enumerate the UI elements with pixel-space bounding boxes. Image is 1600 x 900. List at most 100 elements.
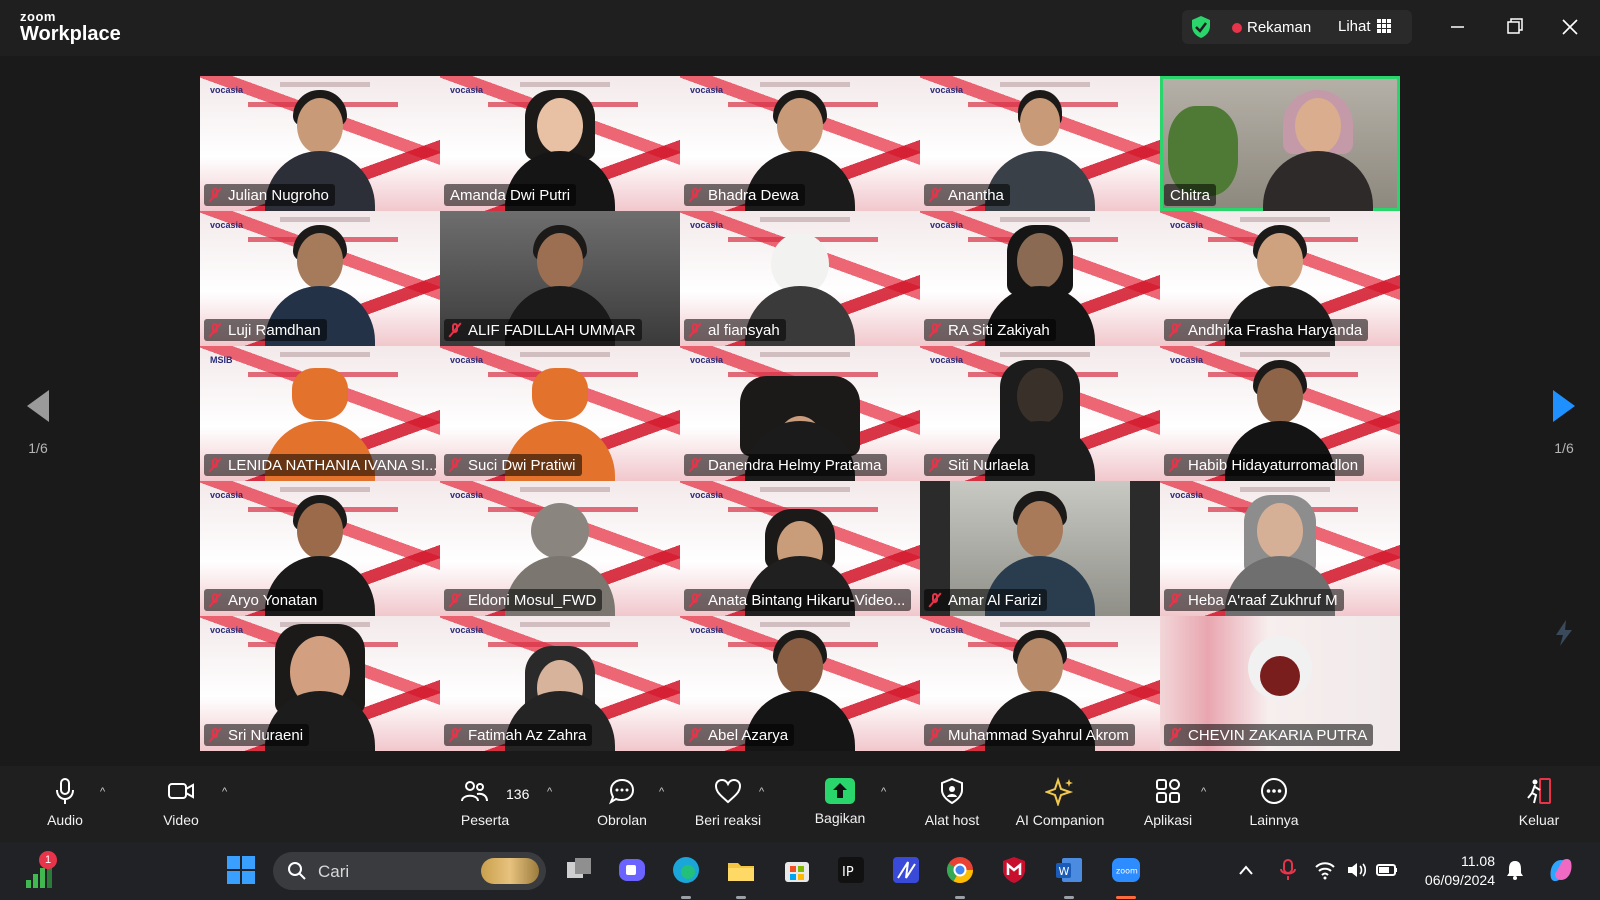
participants-button[interactable]: Peserta — [430, 776, 540, 828]
video-tile[interactable]: vocasia Heba A'raaf Zukhruf M — [1160, 481, 1400, 616]
recording-label[interactable]: Rekaman — [1247, 19, 1311, 36]
store-icon[interactable] — [781, 854, 813, 886]
task-view-icon[interactable] — [563, 854, 595, 886]
video-tile[interactable]: Amar Al Farizi — [920, 481, 1160, 616]
audio-button[interactable]: Audio — [10, 776, 120, 828]
view-button[interactable]: Lihat — [1338, 18, 1371, 35]
chevron-up-icon[interactable]: ^ — [547, 786, 552, 798]
video-tile[interactable]: vocasia RA Siti Zakiyah — [920, 211, 1160, 346]
word-app-icon[interactable]: W — [1053, 854, 1085, 886]
video-tile[interactable]: vocasia al fiansyah — [680, 211, 920, 346]
chevron-up-icon[interactable]: ^ — [100, 786, 105, 798]
next-page-button[interactable]: 1/6 — [1539, 390, 1589, 456]
video-tile[interactable]: vocasia Aryo Yonatan — [200, 481, 440, 616]
zoom-logo: zoom Workplace — [20, 10, 121, 44]
page-indicator-left: 1/6 — [28, 440, 48, 456]
notification-badge: 1 — [39, 851, 57, 869]
chevron-up-icon[interactable]: ^ — [759, 786, 764, 798]
restore-icon[interactable] — [1497, 12, 1531, 42]
video-tile[interactable]: vocasia Abel Azarya — [680, 616, 920, 751]
previous-page-button[interactable]: 1/6 — [13, 390, 63, 456]
video-tile[interactable]: MSIB LENIDA NATHANIA IVANA SI... — [200, 346, 440, 481]
wifi-icon[interactable] — [1314, 854, 1336, 886]
host-shield-icon — [941, 777, 963, 805]
svg-text:IP: IP — [842, 865, 854, 880]
video-tile[interactable]: CHEVIN ZAKARIA PUTRA — [1160, 616, 1400, 751]
video-tile[interactable]: vocasia Danendra Helmy Pratama — [680, 346, 920, 481]
participant-name: Heba A'raaf Zukhruf M — [1164, 589, 1344, 611]
participant-name: RA Siti Zakiyah — [924, 319, 1056, 341]
logo-brand-top: zoom — [20, 9, 56, 24]
video-tile[interactable]: vocasia Habib Hidayaturromadlon — [1160, 346, 1400, 481]
video-button[interactable]: Video — [126, 776, 236, 828]
system-clock[interactable]: 11.08 06/09/2024 — [1415, 852, 1495, 890]
participant-name-text: al fiansyah — [708, 321, 780, 339]
chevron-up-icon[interactable] — [1236, 854, 1256, 886]
zoom-app-icon[interactable]: zoom — [1110, 854, 1142, 886]
video-tile-active-speaker[interactable]: Chitra — [1160, 76, 1400, 211]
more-button[interactable]: Lainnya — [1219, 776, 1329, 828]
close-icon[interactable] — [1553, 12, 1587, 42]
mic-muted-icon — [688, 322, 702, 338]
video-tile[interactable]: vocasia Andhika Frasha Haryanda — [1160, 211, 1400, 346]
chrome-browser-icon[interactable] — [944, 854, 976, 886]
chat-app-icon[interactable] — [616, 854, 648, 886]
chevron-up-icon[interactable]: ^ — [222, 786, 227, 798]
battery-icon[interactable] — [1375, 854, 1399, 886]
edge-browser-icon[interactable] — [670, 854, 702, 886]
windows-start-icon[interactable] — [225, 854, 257, 886]
speaker-icon[interactable] — [1346, 854, 1368, 886]
participant-name: Chitra — [1164, 184, 1217, 206]
participant-name: Amar Al Farizi — [924, 589, 1048, 611]
design-app-icon[interactable] — [890, 854, 922, 886]
share-button[interactable]: Bagikan — [785, 776, 895, 826]
video-tile[interactable]: vocasia Julian Nugroho — [200, 76, 440, 211]
apps-button[interactable]: Aplikasi — [1113, 776, 1223, 828]
microphone-icon[interactable] — [1278, 854, 1298, 886]
video-tile[interactable]: vocasia Luji Ramdhan — [200, 211, 440, 346]
notification-bell-icon[interactable] — [1504, 854, 1526, 886]
video-tile[interactable]: vocasia Suci Dwi Pratiwi — [440, 346, 680, 481]
mic-muted-icon — [1168, 592, 1182, 608]
video-tile[interactable]: vocasia Anata Bintang Hikaru-Video... — [680, 481, 920, 616]
react-button[interactable]: Beri reaksi — [673, 776, 783, 828]
file-explorer-icon[interactable] — [725, 854, 757, 886]
mcafee-shield-icon[interactable] — [998, 854, 1030, 886]
chevron-up-icon[interactable]: ^ — [881, 786, 886, 798]
video-tile[interactable]: vocasia Muhammad Syahrul Akrom — [920, 616, 1160, 751]
chevron-up-icon[interactable]: ^ — [659, 786, 664, 798]
participant-name: Abel Azarya — [684, 724, 795, 746]
host-tools-label: Alat host — [924, 812, 980, 828]
participant-name: Muhammad Syahrul Akrom — [924, 724, 1135, 746]
minimize-icon[interactable] — [1440, 12, 1474, 42]
copilot-icon[interactable] — [1545, 854, 1577, 886]
react-label: Beri reaksi — [694, 812, 762, 828]
participant-name: Luji Ramdhan — [204, 319, 327, 341]
taskbar-search[interactable]: Cari — [273, 852, 546, 890]
host-tools-button[interactable]: Alat host — [897, 776, 1007, 828]
video-tile[interactable]: vocasia Siti Nurlaela — [920, 346, 1160, 481]
video-tile[interactable]: vocasia Bhadra Dewa — [680, 76, 920, 211]
video-tile[interactable]: ALIF FADILLAH UMMAR — [440, 211, 680, 346]
video-tile[interactable]: vocasia Amanda Dwi Putri — [440, 76, 680, 211]
share-arrow-icon — [825, 778, 855, 804]
participants-label: Peserta — [460, 812, 510, 828]
chevron-up-icon[interactable]: ^ — [1201, 786, 1206, 798]
video-tile[interactable]: vocasia Anantha — [920, 76, 1160, 211]
video-tile[interactable]: vocasia Fatimah Az Zahra — [440, 616, 680, 751]
video-tile[interactable]: vocasia Sri Nuraeni — [200, 616, 440, 751]
video-tile[interactable]: vocasia Eldoni Mosul_FWD — [440, 481, 680, 616]
ai-companion-button[interactable]: AI Companion — [1005, 776, 1115, 828]
ide-icon[interactable]: IP — [835, 854, 867, 886]
clock-date: 06/09/2024 — [1424, 872, 1495, 888]
chat-button[interactable]: Obrolan — [567, 776, 677, 828]
chevron-right-icon[interactable] — [1553, 390, 1575, 422]
grid-view-icon[interactable] — [1377, 19, 1391, 33]
participant-name: LENIDA NATHANIA IVANA SI... — [204, 454, 436, 476]
leave-button[interactable]: Keluar — [1484, 776, 1594, 828]
running-indicator — [955, 896, 965, 899]
participant-name: Habib Hidayaturromadlon — [1164, 454, 1365, 476]
lightning-icon[interactable] — [1552, 618, 1576, 648]
shield-icon[interactable] — [1190, 15, 1212, 39]
chevron-left-icon[interactable] — [27, 390, 49, 422]
